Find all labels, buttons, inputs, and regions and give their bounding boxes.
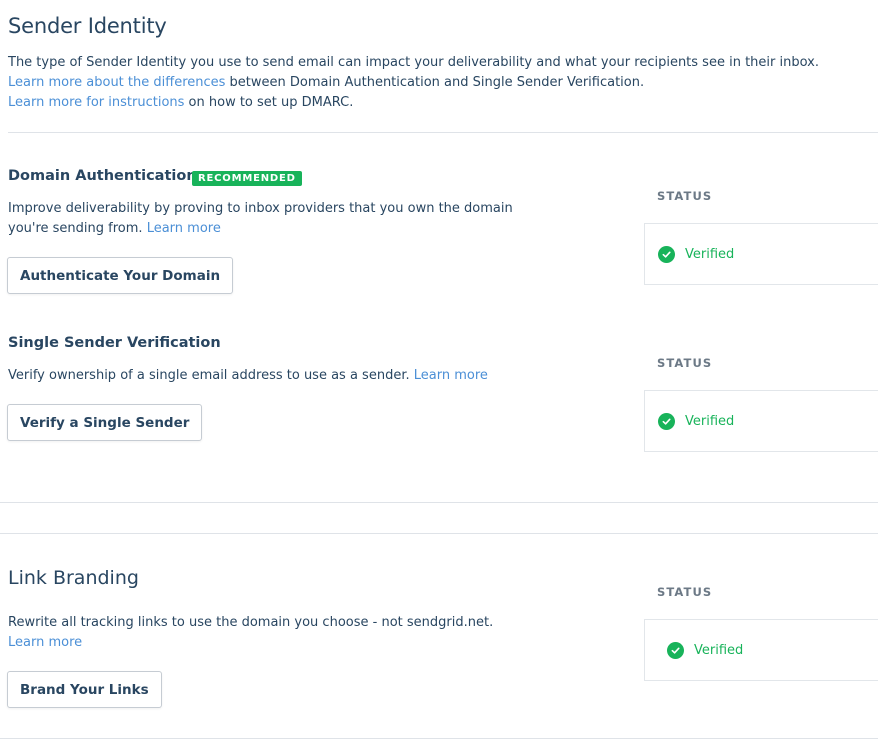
header-divider: [8, 132, 878, 133]
single-sender-learn-more-link[interactable]: Learn more: [414, 368, 488, 383]
differences-link[interactable]: Learn more about the differences: [8, 75, 225, 90]
link-branding-status-value: Verified: [694, 643, 744, 658]
link-branding-learn-more-link[interactable]: Learn more: [8, 635, 82, 650]
check-circle-icon: [658, 246, 675, 263]
section-divider-2: [0, 533, 878, 534]
single-sender-title: Single Sender Verification: [8, 335, 221, 351]
verify-single-sender-button[interactable]: Verify a Single Sender: [7, 404, 203, 441]
single-sender-status-value: Verified: [685, 414, 735, 429]
intro-line-1: The type of Sender Identity you use to s…: [8, 55, 819, 70]
single-sender-description-text: Verify ownership of a single email addre…: [8, 368, 410, 383]
link-branding-status: Verified: [667, 642, 743, 659]
intro-line-2-text: between Domain Authentication and Single…: [225, 75, 645, 90]
domain-auth-status-label: STATUS: [657, 189, 713, 203]
single-sender-description: Verify ownership of a single email addre…: [8, 366, 568, 386]
domain-auth-description-text: Improve deliverability by proving to inb…: [8, 201, 513, 236]
single-sender-status: Verified: [658, 413, 734, 430]
intro-text: The type of Sender Identity you use to s…: [8, 53, 868, 113]
domain-auth-status-value: Verified: [685, 247, 735, 262]
domain-auth-title: Domain Authentication: [8, 168, 197, 184]
link-branding-title: Link Branding: [8, 567, 139, 589]
authenticate-domain-button[interactable]: Authenticate Your Domain: [7, 257, 234, 294]
domain-auth-learn-more-link[interactable]: Learn more: [147, 221, 221, 236]
link-branding-description-text: Rewrite all tracking links to use the do…: [8, 615, 494, 630]
recommended-badge: RECOMMENDED: [192, 171, 302, 186]
bottom-divider: [0, 738, 878, 739]
link-branding-description: Rewrite all tracking links to use the do…: [8, 613, 508, 653]
check-circle-icon: [667, 642, 684, 659]
intro-line-3-text: on how to set up DMARC.: [184, 95, 354, 110]
dmarc-instructions-link[interactable]: Learn more for instructions: [8, 95, 184, 110]
domain-auth-status: Verified: [658, 246, 734, 263]
page-title: Sender Identity: [8, 14, 167, 38]
intro-line-3: Learn more for instructions on how to se…: [8, 93, 868, 113]
link-branding-status-box: Verified: [644, 619, 878, 681]
intro-line-2: Learn more about the differences between…: [8, 73, 868, 93]
section-divider-1: [0, 502, 878, 503]
sender-identity-page: Sender Identity The type of Sender Ident…: [0, 0, 878, 742]
single-sender-status-label: STATUS: [657, 356, 713, 370]
link-branding-status-label: STATUS: [657, 585, 713, 599]
domain-auth-description: Improve deliverability by proving to inb…: [8, 199, 548, 239]
brand-your-links-button[interactable]: Brand Your Links: [7, 671, 162, 708]
check-circle-icon: [658, 413, 675, 430]
single-sender-status-box: Verified: [644, 390, 878, 452]
domain-auth-status-box: Verified: [644, 223, 878, 285]
